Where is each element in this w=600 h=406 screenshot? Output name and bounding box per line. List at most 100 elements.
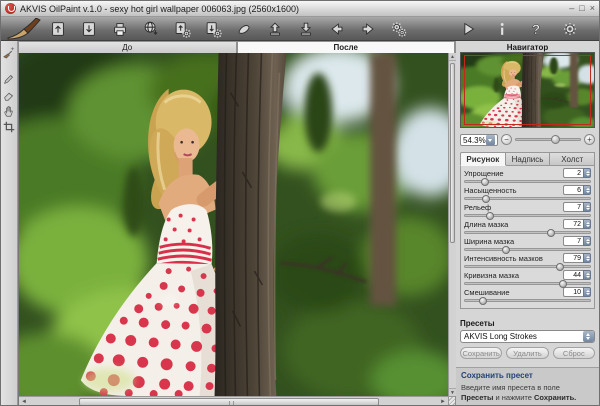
pencil-tool-icon <box>2 72 16 86</box>
horizontal-scroll-thumb[interactable] <box>79 398 379 406</box>
horizontal-scrollbar[interactable]: ◄ ► <box>19 396 448 406</box>
param-slider-thumb[interactable] <box>559 280 567 288</box>
tab-before[interactable]: До <box>18 41 237 53</box>
preset-dropdown-icon[interactable] <box>583 331 594 342</box>
scroll-left-icon[interactable]: ◄ <box>19 397 29 406</box>
hint-title: Сохранить пресет <box>461 371 594 380</box>
param-value-spinner[interactable]: 7 <box>563 236 591 246</box>
param-slider[interactable] <box>464 231 591 234</box>
param-value-spinner[interactable]: 6 <box>563 185 591 195</box>
preset-delete-button[interactable]: Удалить <box>506 347 548 359</box>
preferences-button[interactable] <box>559 19 581 39</box>
preset-select[interactable]: AKVIS Long Strokes <box>460 330 595 343</box>
param-row-0: Упрощение 2 <box>464 168 591 185</box>
pencil-tool-button[interactable] <box>2 71 17 86</box>
param-slider[interactable] <box>464 197 591 200</box>
open-image-button[interactable] <box>47 19 69 39</box>
photo-canvas[interactable] <box>19 53 448 396</box>
akvis-logo-icon <box>5 3 16 14</box>
vertical-scroll-thumb[interactable] <box>450 63 455 243</box>
zoom-in-button[interactable]: + <box>584 134 595 145</box>
param-slider[interactable] <box>464 265 591 268</box>
param-value-spinner[interactable]: 72 <box>563 219 591 229</box>
left-tool-strip <box>1 41 18 405</box>
spinner-arrows-icon[interactable] <box>583 168 591 178</box>
maximize-button[interactable]: □ <box>579 4 584 13</box>
save-image-button[interactable] <box>78 19 100 39</box>
vertical-scrollbar[interactable]: ▲ ▼ <box>448 53 456 396</box>
help-button[interactable]: ? <box>525 19 547 39</box>
navigator-thumbnail[interactable] <box>460 52 595 128</box>
navigator-view-frame[interactable] <box>464 55 591 125</box>
param-slider[interactable] <box>464 214 591 217</box>
crop-tool-button[interactable] <box>2 119 17 134</box>
spinner-arrows-icon[interactable] <box>583 253 591 263</box>
info-button[interactable] <box>491 19 513 39</box>
zoom-dropdown-icon[interactable] <box>486 135 495 145</box>
spinner-arrows-icon[interactable] <box>583 202 591 212</box>
zoom-slider-thumb[interactable] <box>551 135 560 144</box>
param-slider-thumb[interactable] <box>482 195 490 203</box>
view-tabs: До После <box>18 41 455 53</box>
undo-button[interactable] <box>326 19 348 39</box>
post-to-web-icon <box>142 20 160 38</box>
redo-button[interactable] <box>357 19 379 39</box>
param-value-spinner[interactable]: 10 <box>563 287 591 297</box>
spinner-arrows-icon[interactable] <box>583 236 591 246</box>
eraser-tool-icon <box>2 88 16 102</box>
param-value: 10 <box>563 287 583 297</box>
undo-icon <box>328 20 346 38</box>
scroll-up-icon[interactable]: ▲ <box>449 53 456 61</box>
preset-reset-button[interactable]: Сброс <box>553 347 595 359</box>
param-value-spinner[interactable]: 2 <box>563 168 591 178</box>
tab-after[interactable]: После <box>237 41 456 53</box>
param-slider[interactable] <box>464 299 591 302</box>
param-slider[interactable] <box>464 282 591 285</box>
zoom-slider[interactable] <box>515 138 581 141</box>
eraser-button[interactable] <box>233 19 255 39</box>
zoom-value-box[interactable]: 54.3% <box>460 134 498 146</box>
param-value-spinner[interactable]: 79 <box>563 253 591 263</box>
scroll-right-icon[interactable]: ► <box>438 397 448 406</box>
toolbar-right-group: ? <box>457 19 593 39</box>
param-value-spinner[interactable]: 44 <box>563 270 591 280</box>
post-to-web-button[interactable] <box>140 19 162 39</box>
param-tab-Холст[interactable]: Холст <box>550 152 595 166</box>
param-slider-thumb[interactable] <box>502 246 510 254</box>
hand-tool-button[interactable] <box>2 103 17 118</box>
param-value: 72 <box>563 219 583 229</box>
spinner-arrows-icon[interactable] <box>583 270 591 280</box>
param-slider[interactable] <box>464 248 591 251</box>
spinner-arrows-icon[interactable] <box>583 219 591 229</box>
upload-share-button[interactable] <box>264 19 286 39</box>
close-button[interactable]: × <box>590 4 595 13</box>
param-slider-thumb[interactable] <box>479 297 487 305</box>
batch-processing-button[interactable] <box>388 19 410 39</box>
main-toolbar: ? <box>1 17 599 41</box>
settings-panel: Навигатор 54.3% − + РисунокНадписьХолст … <box>455 41 599 405</box>
scroll-down-icon[interactable]: ▼ <box>449 388 456 396</box>
preset-save-button[interactable]: Сохранить <box>460 347 502 359</box>
param-tab-Рисунок[interactable]: Рисунок <box>460 152 506 166</box>
quick-preview-brush-button[interactable] <box>2 44 17 59</box>
param-slider[interactable] <box>464 180 591 183</box>
run-button[interactable] <box>457 19 479 39</box>
param-slider-thumb[interactable] <box>547 229 555 237</box>
print-button[interactable] <box>109 19 131 39</box>
param-slider-thumb[interactable] <box>486 212 494 220</box>
zoom-out-button[interactable]: − <box>501 134 512 145</box>
open-image-icon <box>49 20 67 38</box>
eraser-tool-button[interactable] <box>2 87 17 102</box>
param-label: Длина мазка <box>464 220 508 229</box>
param-label: Ширина мазка <box>464 237 514 246</box>
spinner-arrows-icon[interactable] <box>583 287 591 297</box>
param-slider-thumb[interactable] <box>556 263 564 271</box>
param-tab-Надпись[interactable]: Надпись <box>506 152 551 166</box>
download-share-button[interactable] <box>295 19 317 39</box>
param-slider-thumb[interactable] <box>481 178 489 186</box>
load-settings-button[interactable] <box>171 19 193 39</box>
minimize-button[interactable]: – <box>569 4 574 13</box>
save-settings-button[interactable] <box>202 19 224 39</box>
param-value-spinner[interactable]: 7 <box>563 202 591 212</box>
spinner-arrows-icon[interactable] <box>583 185 591 195</box>
